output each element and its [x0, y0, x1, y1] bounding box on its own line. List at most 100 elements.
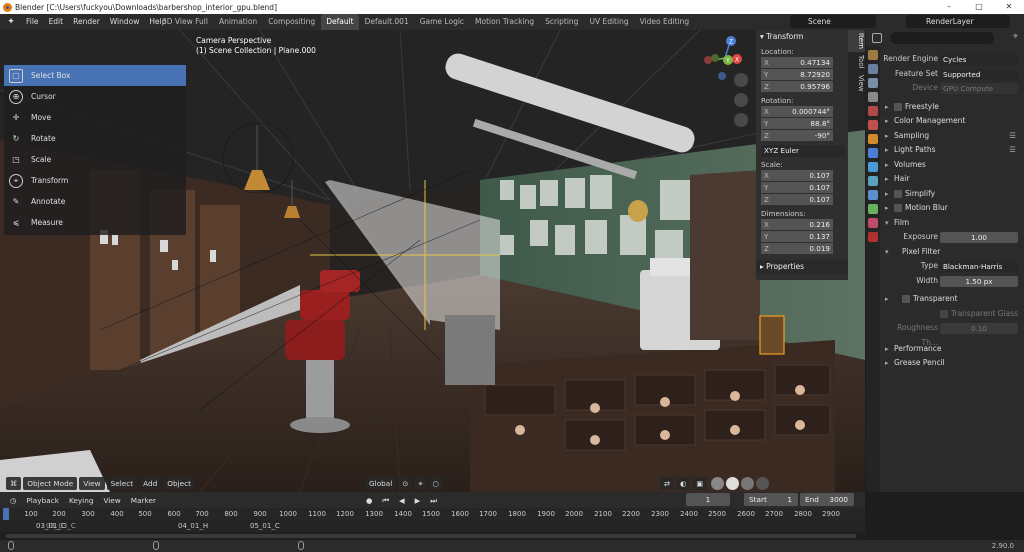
roughness-field[interactable]: 0.10 [940, 323, 1018, 334]
view-layer-selector[interactable]: RenderLayer [906, 15, 1010, 28]
section-volumes[interactable]: Volumes [880, 158, 1024, 173]
constraints-tab-icon[interactable] [868, 190, 878, 200]
editor-type-icon[interactable]: ⌘ [6, 477, 22, 490]
section-performance[interactable]: Performance [880, 342, 1024, 357]
rotation-x-field[interactable]: X 0.000744° [761, 106, 833, 118]
tool-transform[interactable]: ⌖ Transform [4, 170, 186, 191]
tool-annotate[interactable]: ✎ Annotate [4, 191, 186, 212]
menu-edit[interactable]: Edit [44, 14, 69, 30]
select-menu[interactable]: Select [106, 477, 138, 490]
workspace-tab[interactable]: Default.001 [360, 14, 414, 30]
scrollbar-thumb[interactable] [6, 534, 856, 538]
add-menu[interactable]: Add [139, 477, 162, 490]
clock-icon[interactable]: ◷ [6, 494, 20, 507]
workspace-tab[interactable]: UV Editing [584, 14, 633, 30]
wireframe-shading-icon[interactable] [711, 477, 725, 490]
render-tab-icon[interactable] [868, 64, 878, 74]
rendered-shading-icon[interactable] [756, 477, 770, 490]
zoom-icon[interactable] [734, 73, 748, 87]
tool-cursor[interactable]: ⊕ Cursor [4, 86, 186, 107]
play-reverse-icon[interactable]: ◀ [395, 494, 409, 507]
jump-end-icon[interactable]: ⏭ [426, 494, 441, 507]
xray-icon[interactable]: ▣ [692, 477, 708, 490]
solid-shading-icon[interactable] [726, 477, 740, 490]
transparent-glass-checkbox[interactable] [940, 309, 948, 318]
timeline-markers[interactable]: 03_01_C 03_03_C 04_01_H 05_01_C [0, 520, 865, 532]
section-sampling[interactable]: Sampling☰ [880, 129, 1024, 144]
transparent-glass-row[interactable]: Transparent Glass [880, 307, 1024, 322]
workspace-tab[interactable]: Animation [214, 14, 262, 30]
current-frame-field[interactable]: 1 [686, 493, 730, 506]
exposure-field[interactable]: 1.00 [940, 232, 1018, 243]
marker[interactable]: 04_01_H [178, 520, 208, 532]
playback-menu[interactable]: Playback [22, 494, 63, 507]
section-simplify[interactable]: Simplify [880, 187, 1024, 202]
material-shading-icon[interactable] [741, 477, 755, 490]
filter-width-field[interactable]: 1.50 px [940, 275, 1018, 287]
tool-move[interactable]: ✛ Move [4, 107, 186, 128]
freestyle-checkbox[interactable] [894, 102, 902, 111]
scale-z-field[interactable]: Z 0.107 [761, 194, 833, 206]
presets-icon[interactable]: ☰ [1009, 129, 1016, 144]
location-y-field[interactable]: Y 8.72920 [761, 69, 833, 81]
modifier-tab-icon[interactable] [868, 148, 878, 158]
proportional-edit-icon[interactable]: ○ [428, 477, 443, 490]
record-icon[interactable]: ● [362, 494, 376, 507]
blender-menu-icon[interactable]: ✦ [4, 15, 18, 29]
view-menu[interactable]: View [79, 477, 105, 490]
minimize-button[interactable]: – [934, 0, 964, 14]
editor-type-icon[interactable] [872, 33, 882, 43]
section-transparent[interactable]: Transparent [880, 292, 1024, 307]
camera-view-icon[interactable] [734, 113, 748, 127]
transform-orientation-select[interactable]: Global [365, 477, 397, 490]
location-x-field[interactable]: X 0.47134 [761, 57, 833, 69]
feature-set-select[interactable]: Supported [940, 68, 1018, 80]
object-tab-icon[interactable] [868, 134, 878, 144]
jump-start-icon[interactable]: ⏮ [378, 494, 393, 507]
presets-icon[interactable]: ☰ [1009, 143, 1016, 158]
properties-header[interactable]: ▸ Properties [756, 260, 848, 274]
tab-view[interactable]: View [848, 72, 865, 95]
playhead[interactable] [3, 508, 9, 520]
scene-selector[interactable]: Scene [790, 15, 876, 28]
data-tab-icon[interactable] [868, 204, 878, 214]
location-z-field[interactable]: Z 0.95796 [761, 81, 833, 93]
overlays-icon[interactable]: ◐ [676, 477, 691, 490]
scene-tab-icon[interactable] [868, 106, 878, 116]
section-light-paths[interactable]: Light Paths☰ [880, 143, 1024, 158]
scale-y-field[interactable]: Y 0.107 [761, 182, 833, 194]
device-select[interactable]: GPU Compute [940, 83, 1018, 94]
scale-x-field[interactable]: X 0.107 [761, 170, 833, 182]
play-icon[interactable]: ▶ [411, 494, 425, 507]
menu-file[interactable]: File [21, 14, 44, 30]
filter-type-select[interactable]: Blackman-Harris [940, 261, 1018, 272]
texture-tab-icon[interactable] [868, 232, 878, 242]
section-film[interactable]: Film [880, 216, 1024, 231]
rotation-z-field[interactable]: Z -90° [761, 130, 833, 142]
pan-hand-icon[interactable] [734, 93, 748, 107]
timeline-scrollbar[interactable] [0, 532, 865, 540]
marker[interactable]: 05_01_C [250, 520, 280, 532]
render-engine-select[interactable]: Cycles [940, 54, 1018, 65]
marker-menu[interactable]: Marker [127, 494, 160, 507]
workspace-tab[interactable]: Video Editing [635, 14, 695, 30]
material-tab-icon[interactable] [868, 218, 878, 228]
section-hair[interactable]: Hair [880, 172, 1024, 187]
navigation-gizmo[interactable]: X Z Y [695, 30, 765, 140]
tab-tool[interactable]: Tool [848, 52, 865, 72]
tool-scale[interactable]: ◳ Scale [4, 149, 186, 170]
section-motion-blur[interactable]: Motion Blur [880, 201, 1024, 216]
timeline-view-menu[interactable]: View [99, 494, 124, 507]
workspace-tab[interactable]: Motion Tracking [470, 14, 539, 30]
properties-search-input[interactable] [890, 32, 994, 44]
view-layer-tab-icon[interactable] [868, 92, 878, 102]
snap-icon[interactable]: ⌖ [414, 477, 427, 490]
workspace-tab[interactable]: Compositing [263, 14, 320, 30]
rotation-mode-select[interactable]: XYZ Euler [761, 145, 845, 157]
section-pixel-filter[interactable]: Pixel Filter [880, 245, 1024, 260]
timeline-ruler[interactable]: 1 100 200 300 400 500 600 700 800 900 10… [0, 508, 865, 520]
close-button[interactable]: ✕ [994, 0, 1024, 14]
end-frame-field[interactable]: End 3000 [800, 493, 854, 506]
menu-window[interactable]: Window [105, 14, 145, 30]
tool-rotate[interactable]: ↻ Rotate [4, 128, 186, 149]
